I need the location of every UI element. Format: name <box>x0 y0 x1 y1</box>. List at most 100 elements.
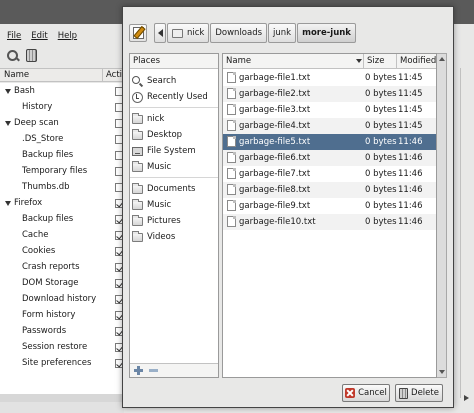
scroll-up-arrow-icon[interactable] <box>439 57 445 61</box>
tree-row[interactable]: Site preferences <box>0 356 124 372</box>
file-row[interactable]: garbage-file2.txt 0 bytes 11:45 <box>223 86 436 102</box>
menu-help[interactable]: Help <box>58 31 77 41</box>
tree-row-label: Form history <box>22 310 76 320</box>
text-file-icon <box>227 72 236 83</box>
trash-can-icon[interactable] <box>26 49 37 62</box>
place-item[interactable]: Desktop <box>130 127 218 143</box>
places-separator <box>130 107 218 108</box>
tree-row[interactable]: Crash reports <box>0 260 124 276</box>
path-crumb-junk[interactable]: junk <box>268 23 297 43</box>
file-row[interactable]: garbage-file4.txt 0 bytes 11:45 <box>223 118 436 134</box>
file-size: 0 bytes <box>365 137 397 147</box>
tree-row[interactable]: Cache <box>0 228 124 244</box>
path-back-arrow-button[interactable] <box>154 23 166 43</box>
file-size: 0 bytes <box>365 217 397 227</box>
delete-button[interactable]: Delete <box>395 384 443 402</box>
trash-icon <box>399 387 409 399</box>
place-item[interactable]: Pictures <box>130 213 218 229</box>
tree-row[interactable]: Bash <box>0 84 124 100</box>
tree-row[interactable]: Backup files <box>0 148 124 164</box>
path-crumb-nick[interactable]: nick <box>167 23 210 43</box>
text-file-icon <box>227 152 236 163</box>
file-row[interactable]: garbage-file7.txt 0 bytes 11:46 <box>223 166 436 182</box>
file-modified: 11:45 <box>398 73 423 83</box>
file-modified: 11:45 <box>398 121 423 131</box>
file-name: garbage-file9.txt <box>239 201 311 211</box>
tree-row-label: Cache <box>22 230 49 240</box>
place-item[interactable]: File System <box>130 143 218 159</box>
expander-arrow-icon[interactable] <box>5 121 11 126</box>
folder-icon <box>132 214 143 226</box>
tree-row-label: Firefox <box>14 198 43 208</box>
file-row[interactable]: garbage-file8.txt 0 bytes 11:46 <box>223 182 436 198</box>
file-size: 0 bytes <box>365 153 397 163</box>
path-crumb-more-junk[interactable]: more-junk <box>297 23 356 43</box>
place-item[interactable]: Search <box>130 73 218 89</box>
tree-row-label: History <box>22 102 53 112</box>
expander-arrow-icon[interactable] <box>5 89 11 94</box>
file-modified: 11:46 <box>398 201 423 211</box>
file-row[interactable]: garbage-file9.txt 0 bytes 11:46 <box>223 198 436 214</box>
text-file-icon <box>227 216 236 227</box>
file-row[interactable]: garbage-file3.txt 0 bytes 11:45 <box>223 102 436 118</box>
expander-arrow-icon[interactable] <box>5 201 11 206</box>
column-modified-header[interactable]: Modified <box>396 54 436 69</box>
place-item[interactable]: Videos <box>130 229 218 245</box>
file-row[interactable]: garbage-file10.txt 0 bytes 11:46 <box>223 214 436 230</box>
tree-row[interactable]: DOM Storage <box>0 276 124 292</box>
file-modified: 11:46 <box>398 185 423 195</box>
file-row[interactable]: garbage-file5.txt 0 bytes 11:46 <box>223 134 436 150</box>
tree-row[interactable]: History <box>0 100 124 116</box>
remove-bookmark-icon[interactable] <box>149 369 158 372</box>
tree-row[interactable]: Backup files <box>0 212 124 228</box>
place-label: Recently Used <box>147 92 208 102</box>
file-name: garbage-file5.txt <box>239 137 311 147</box>
tree-row[interactable]: Download history <box>0 292 124 308</box>
tree-header: Name Acti <box>0 68 124 82</box>
tree-row[interactable]: .DS_Store <box>0 132 124 148</box>
tree-row[interactable]: Form history <box>0 308 124 324</box>
tree-row-label: Backup files <box>22 214 74 224</box>
tree-row[interactable]: Firefox <box>0 196 124 212</box>
places-header[interactable]: Places <box>130 54 218 69</box>
place-item[interactable]: Documents <box>130 181 218 197</box>
file-modified: 11:45 <box>398 105 423 115</box>
place-item[interactable]: Music <box>130 197 218 213</box>
add-bookmark-icon[interactable] <box>134 366 143 375</box>
place-item[interactable]: nick <box>130 111 218 127</box>
tree-row[interactable]: Cookies <box>0 244 124 260</box>
tree-horizontal-scrollbar[interactable] <box>0 394 124 402</box>
file-list-vertical-scrollbar[interactable] <box>437 53 447 378</box>
tree-row[interactable]: Temporary files <box>0 164 124 180</box>
file-name: garbage-file3.txt <box>239 105 311 115</box>
tree-row[interactable]: Session restore <box>0 340 124 356</box>
cancel-button[interactable]: Cancel <box>342 384 390 402</box>
file-name: garbage-file2.txt <box>239 89 311 99</box>
scroll-right-arrow-icon[interactable] <box>464 395 469 401</box>
folder-icon <box>132 128 143 140</box>
type-location-button[interactable] <box>129 24 147 42</box>
column-name-header[interactable]: Name <box>223 54 363 69</box>
menu-file[interactable]: File <box>7 31 21 41</box>
place-label: Music <box>147 200 172 210</box>
sort-descending-icon <box>356 59 362 63</box>
tree-row[interactable]: Thumbs.db <box>0 180 124 196</box>
column-name-header[interactable]: Name <box>4 70 29 80</box>
tree-row-label: Passwords <box>22 326 67 336</box>
tree-row-label: Crash reports <box>22 262 80 272</box>
tree-row[interactable]: Passwords <box>0 324 124 340</box>
scroll-down-arrow-icon[interactable] <box>439 370 445 374</box>
tree-row[interactable]: Deep scan <box>0 116 124 132</box>
file-modified: 11:46 <box>398 153 423 163</box>
path-crumb-downloads[interactable]: Downloads <box>210 23 268 43</box>
file-row[interactable]: garbage-file1.txt 0 bytes 11:45 <box>223 70 436 86</box>
tree-row-label: Download history <box>22 294 97 304</box>
file-row[interactable]: garbage-file6.txt 0 bytes 11:46 <box>223 150 436 166</box>
file-name: garbage-file7.txt <box>239 169 311 179</box>
column-size-header[interactable]: Size <box>363 54 396 69</box>
column-active-header[interactable]: Acti <box>106 70 122 80</box>
place-item[interactable]: Music <box>130 159 218 175</box>
place-item[interactable]: Recently Used <box>130 89 218 105</box>
preview-magnifier-icon[interactable] <box>6 49 20 63</box>
menu-edit[interactable]: Edit <box>31 31 47 41</box>
